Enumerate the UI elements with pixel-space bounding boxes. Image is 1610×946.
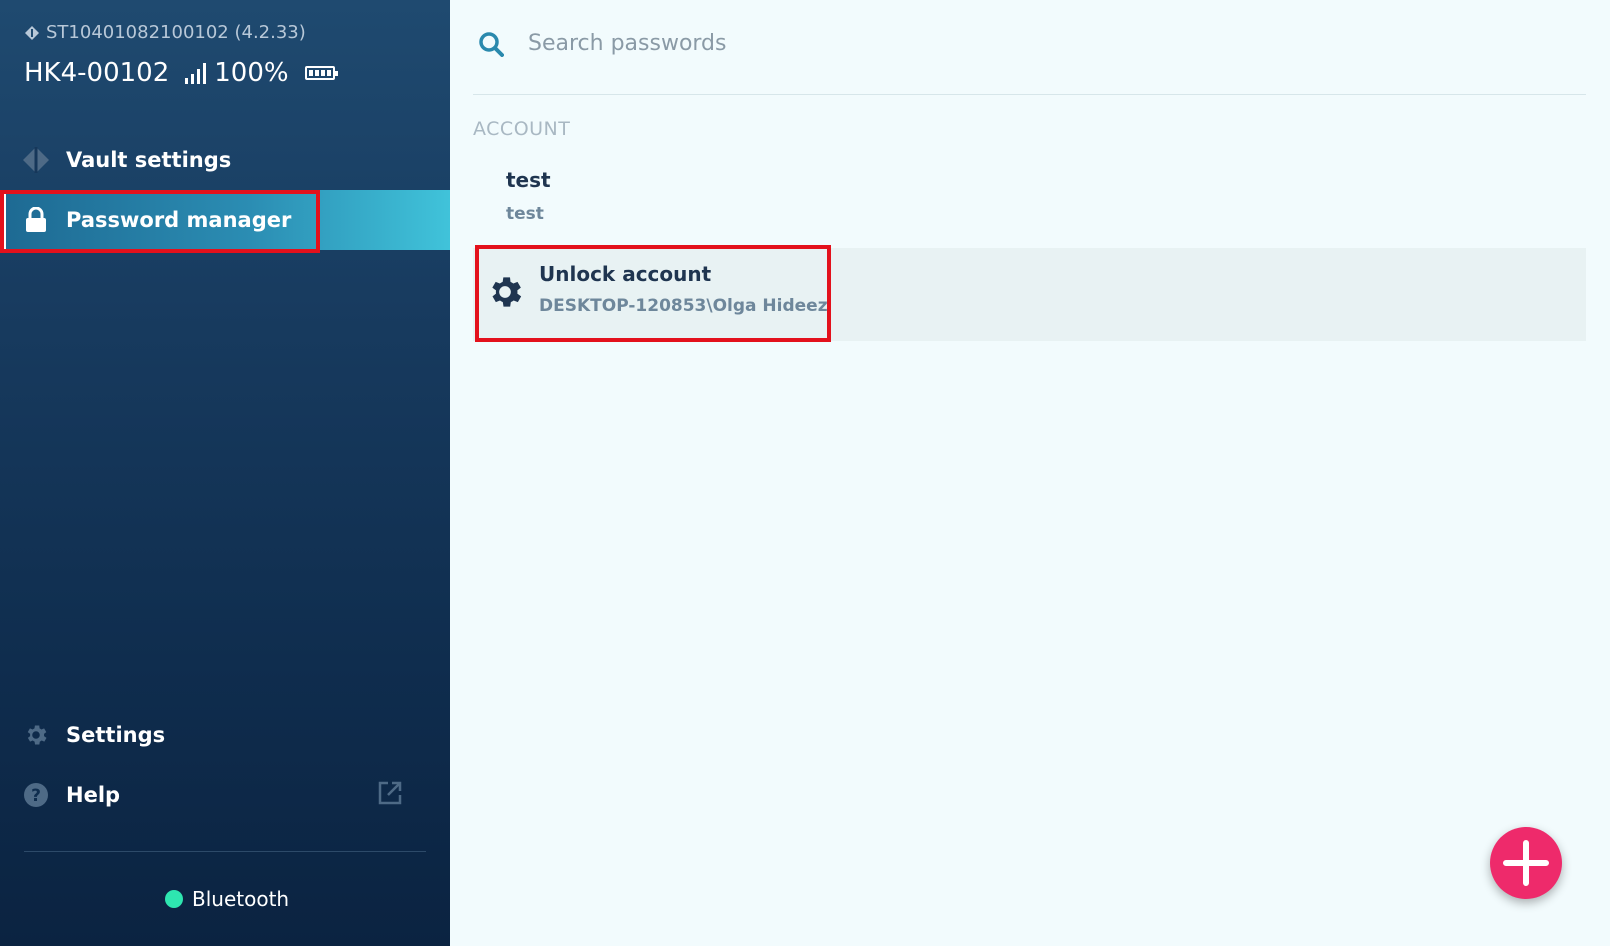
- account-name: test: [506, 168, 551, 192]
- device-status-row: HK4-00102 100%: [24, 58, 338, 88]
- gear-icon: [492, 277, 522, 307]
- plus-icon: [1503, 840, 1549, 886]
- search-icon: [479, 31, 504, 57]
- main-panel: ACCOUNT test test Unlock account DESKTOP…: [450, 0, 1610, 946]
- search-bar: [478, 30, 1430, 57]
- device-id-text: ST10401082100102 (4.2.33): [46, 22, 306, 43]
- sidebar-item-label: Help: [66, 783, 121, 807]
- diamond-icon: [25, 25, 39, 40]
- device-name: HK4-00102: [24, 58, 170, 88]
- connection-dot: [165, 890, 183, 908]
- gear-icon: [22, 721, 50, 749]
- account-row-test[interactable]: test test: [473, 158, 1586, 249]
- lock-icon: [22, 206, 50, 234]
- connection-label: Bluetooth: [192, 887, 290, 911]
- signal-icon: [185, 62, 207, 84]
- diamond-icon: [22, 146, 50, 174]
- external-link-icon[interactable]: [377, 780, 403, 806]
- sidebar-divider: [24, 851, 426, 852]
- account-row-unlock[interactable]: Unlock account DESKTOP-120853\Olga Hidee…: [473, 248, 1586, 341]
- sidebar-item-password-manager[interactable]: Password manager: [0, 190, 450, 250]
- add-password-button[interactable]: [1490, 827, 1562, 899]
- account-login: DESKTOP-120853\Olga Hideez: [539, 296, 828, 316]
- signal-percent: 100%: [214, 58, 289, 88]
- sidebar-item-vault-settings[interactable]: Vault settings: [0, 130, 450, 190]
- sidebar-item-label: Password manager: [66, 208, 292, 232]
- device-id: ST10401082100102 (4.2.33): [24, 22, 306, 43]
- search-input[interactable]: [526, 30, 1430, 57]
- battery-icon: [304, 66, 338, 80]
- sidebar-item-settings[interactable]: Settings: [0, 705, 450, 765]
- section-header: ACCOUNT: [473, 118, 571, 140]
- connection-status: Bluetooth: [165, 887, 289, 911]
- sidebar-item-label: Vault settings: [66, 148, 232, 172]
- search-divider: [473, 94, 1586, 95]
- svg-text:?: ?: [31, 786, 41, 806]
- account-login: test: [506, 204, 544, 224]
- sidebar: ST10401082100102 (4.2.33) HK4-00102 100%…: [0, 0, 450, 946]
- sidebar-item-label: Settings: [66, 723, 166, 747]
- help-icon: ?: [22, 781, 50, 809]
- account-name: Unlock account: [539, 262, 712, 286]
